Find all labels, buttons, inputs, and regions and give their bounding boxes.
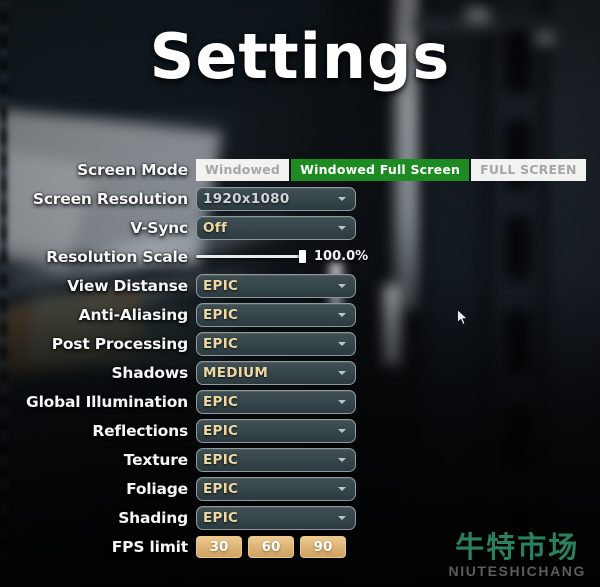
dropdown-v-sync[interactable]: Off: [196, 215, 356, 240]
row-label-texture: Texture: [123, 450, 188, 469]
dropdown-value-v-sync: Off: [203, 219, 228, 236]
settings-row-anti-aliasing: Anti-Aliasing EPIC: [0, 300, 600, 329]
settings-row-foliage: Foliage EPIC: [0, 474, 600, 503]
chevron-down-icon: [338, 515, 346, 520]
chevron-down-icon: [338, 312, 346, 317]
chevron-down-icon: [338, 341, 346, 346]
dropdown-view-distanse[interactable]: EPIC: [196, 273, 356, 298]
dropdown-value-post-processing: EPIC: [203, 335, 239, 352]
dropdown-value-shading: EPIC: [203, 509, 239, 526]
chevron-down-icon: [338, 399, 346, 404]
row-label-post-processing: Post Processing: [51, 334, 188, 353]
dropdown-texture[interactable]: EPIC: [196, 447, 356, 472]
slider-resolution-scale[interactable]: [196, 250, 306, 263]
dropdown-foliage[interactable]: EPIC: [196, 476, 356, 501]
row-label-foliage: Foliage: [126, 479, 188, 498]
dropdown-value-foliage: EPIC: [203, 480, 239, 497]
row-label-reflections: Reflections: [92, 421, 188, 440]
dropdown-post-processing[interactable]: EPIC: [196, 331, 356, 356]
fps-limit-option-90[interactable]: 90: [300, 535, 346, 558]
chevron-down-icon: [338, 428, 346, 433]
dropdown-reflections[interactable]: EPIC: [196, 418, 356, 443]
chevron-down-icon: [338, 225, 346, 230]
chevron-down-icon: [338, 457, 346, 462]
row-label-shadows: Shadows: [111, 363, 188, 382]
dropdown-value-shadows: MEDIUM: [203, 364, 269, 381]
dropdown-shading[interactable]: EPIC: [196, 505, 356, 530]
slider-handle[interactable]: [299, 250, 306, 263]
screen-mode-option-windowed[interactable]: Windowed: [196, 158, 290, 181]
settings-row-global-illumination: Global Illumination EPIC: [0, 387, 600, 416]
screen-mode-option-full-screen[interactable]: FULL SCREEN: [471, 158, 586, 181]
settings-row-resolution-scale: Resolution Scale 100.0%: [0, 242, 600, 271]
chevron-down-icon: [338, 486, 346, 491]
chevron-down-icon: [338, 196, 346, 201]
dropdown-value-texture: EPIC: [203, 451, 239, 468]
settings-row-post-processing: Post Processing EPIC: [0, 329, 600, 358]
row-label-v-sync: V-Sync: [130, 218, 188, 237]
settings-row-reflections: Reflections EPIC: [0, 416, 600, 445]
page-title: Settings: [149, 20, 451, 93]
settings-row-shadows: Shadows MEDIUM: [0, 358, 600, 387]
row-label-resolution-scale: Resolution Scale: [46, 247, 188, 266]
slider-track: [196, 255, 303, 258]
dropdown-global-illumination[interactable]: EPIC: [196, 389, 356, 414]
row-label-screen-mode: Screen Mode: [77, 160, 188, 179]
chevron-down-icon: [338, 283, 346, 288]
settings-row-screen-mode: Screen Mode Windowed Windowed Full Scree…: [0, 155, 600, 184]
fps-limit-option-30[interactable]: 30: [196, 535, 242, 558]
screen-mode-segmented-control: Windowed Windowed Full Screen FULL SCREE…: [196, 158, 588, 181]
settings-row-v-sync: V-Sync Off: [0, 213, 600, 242]
row-label-screen-resolution: Screen Resolution: [32, 189, 188, 208]
fps-limit-group: 30 60 90: [196, 535, 352, 558]
dropdown-value-view-distanse: EPIC: [203, 277, 239, 294]
row-label-global-illumination: Global Illumination: [26, 392, 188, 411]
row-label-fps-limit: FPS limit: [111, 537, 188, 556]
chevron-down-icon: [338, 370, 346, 375]
settings-list: Screen Mode Windowed Windowed Full Scree…: [0, 155, 600, 561]
settings-screen: Settings Screen Mode Windowed Windowed F…: [0, 0, 600, 587]
dropdown-value-screen-resolution: 1920x1080: [203, 190, 290, 207]
dropdown-shadows[interactable]: MEDIUM: [196, 360, 356, 385]
settings-row-texture: Texture EPIC: [0, 445, 600, 474]
dropdown-screen-resolution[interactable]: 1920x1080: [196, 186, 356, 211]
row-label-anti-aliasing: Anti-Aliasing: [78, 305, 189, 324]
settings-row-view-distanse: View Distanse EPIC: [0, 271, 600, 300]
dropdown-value-reflections: EPIC: [203, 422, 239, 439]
settings-row-shading: Shading EPIC: [0, 503, 600, 532]
dropdown-value-anti-aliasing: EPIC: [203, 306, 239, 323]
dropdown-anti-aliasing[interactable]: EPIC: [196, 302, 356, 327]
settings-row-fps-limit: FPS limit 30 60 90: [0, 532, 600, 561]
screen-mode-option-windowed-full-screen[interactable]: Windowed Full Screen: [291, 158, 470, 181]
slider-value-resolution-scale: 100.0%: [314, 249, 369, 264]
row-label-shading: Shading: [118, 508, 188, 527]
settings-row-screen-resolution: Screen Resolution 1920x1080: [0, 184, 600, 213]
dropdown-value-global-illumination: EPIC: [203, 393, 239, 410]
row-label-view-distanse: View Distanse: [67, 276, 188, 295]
fps-limit-option-60[interactable]: 60: [248, 535, 294, 558]
